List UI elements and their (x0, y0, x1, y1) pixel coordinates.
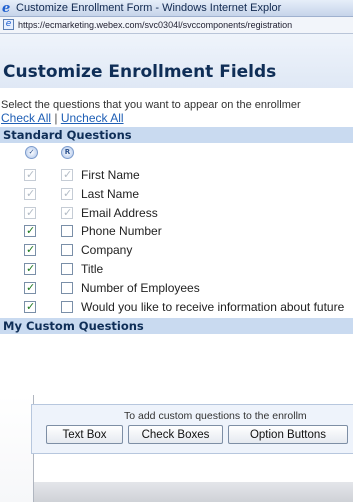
bottom-shadow (34, 482, 353, 502)
display-checkbox[interactable] (24, 224, 36, 238)
question-row-future-information: Would you like to receive information ab… (0, 299, 353, 318)
required-icon: R (61, 146, 74, 159)
check-all-link[interactable]: Check All (1, 111, 51, 125)
required-checkbox[interactable] (61, 206, 73, 219)
address-url[interactable]: https://ecmarketing.webex.com/svc0304l/s… (18, 19, 292, 32)
option-buttons-button[interactable]: Option Buttons (228, 425, 348, 444)
text-box-button[interactable]: Text Box (46, 425, 123, 444)
add-custom-question-panel: To add custom questions to the enrollm T… (31, 404, 353, 454)
display-checkbox[interactable] (24, 187, 36, 200)
link-separator: | (54, 111, 58, 125)
address-bar[interactable]: e https://ecmarketing.webex.com/svc0304l… (0, 17, 353, 34)
question-label: First Name (81, 168, 140, 182)
question-row-first-name: First Name (0, 167, 353, 186)
question-label: Company (81, 243, 133, 258)
check-links: Check All | Uncheck All (1, 110, 124, 126)
display-checkbox[interactable] (24, 168, 36, 181)
window-titlebar: e Customize Enrollment Form - Windows In… (0, 0, 353, 17)
question-row-title: Title (0, 261, 353, 280)
standard-questions-header: Standard Questions (0, 127, 353, 143)
question-label: Number of Employees (81, 280, 200, 295)
required-checkbox[interactable] (61, 281, 73, 294)
question-row-company: Company (0, 242, 353, 261)
required-checkbox[interactable] (61, 225, 73, 238)
required-checkbox[interactable] (61, 187, 73, 200)
display-checkbox[interactable] (24, 206, 36, 219)
internet-explorer-icon: e (2, 1, 11, 16)
question-label: Email Address (81, 205, 158, 220)
page-title: Customize Enrollment Fields (3, 62, 277, 82)
required-checkbox[interactable] (61, 300, 73, 313)
page-icon: e (3, 19, 14, 30)
check-boxes-button[interactable]: Check Boxes (128, 425, 223, 444)
column-icons: ✓ R (0, 146, 353, 160)
required-checkbox[interactable] (61, 244, 73, 257)
standard-questions-list: First Name Last Name Email Address Phone… (0, 167, 353, 317)
question-row-email-address: Email Address (0, 205, 353, 224)
display-checkbox[interactable] (24, 281, 36, 294)
display-checkbox[interactable] (24, 243, 36, 257)
check-icon: ✓ (25, 146, 38, 159)
required-checkbox[interactable] (61, 168, 73, 181)
question-row-phone-number: Phone Number (0, 223, 353, 242)
question-label: Phone Number (81, 224, 162, 239)
question-label: Title (81, 261, 104, 276)
question-row-number-of-employees: Number of Employees (0, 280, 353, 299)
page-shadow (0, 395, 34, 502)
display-checkbox[interactable] (24, 262, 36, 275)
question-label: Last Name (81, 186, 140, 201)
uncheck-all-link[interactable]: Uncheck All (61, 111, 124, 125)
add-custom-text: To add custom questions to the enrollm (124, 410, 307, 422)
required-checkbox[interactable] (61, 262, 73, 275)
window-title: Customize Enrollment Form - Windows Inte… (16, 2, 282, 14)
question-label: Would you like to receive information ab… (81, 299, 345, 314)
question-row-last-name: Last Name (0, 186, 353, 205)
display-checkbox[interactable] (24, 300, 36, 313)
custom-questions-header: My Custom Questions (0, 318, 353, 334)
